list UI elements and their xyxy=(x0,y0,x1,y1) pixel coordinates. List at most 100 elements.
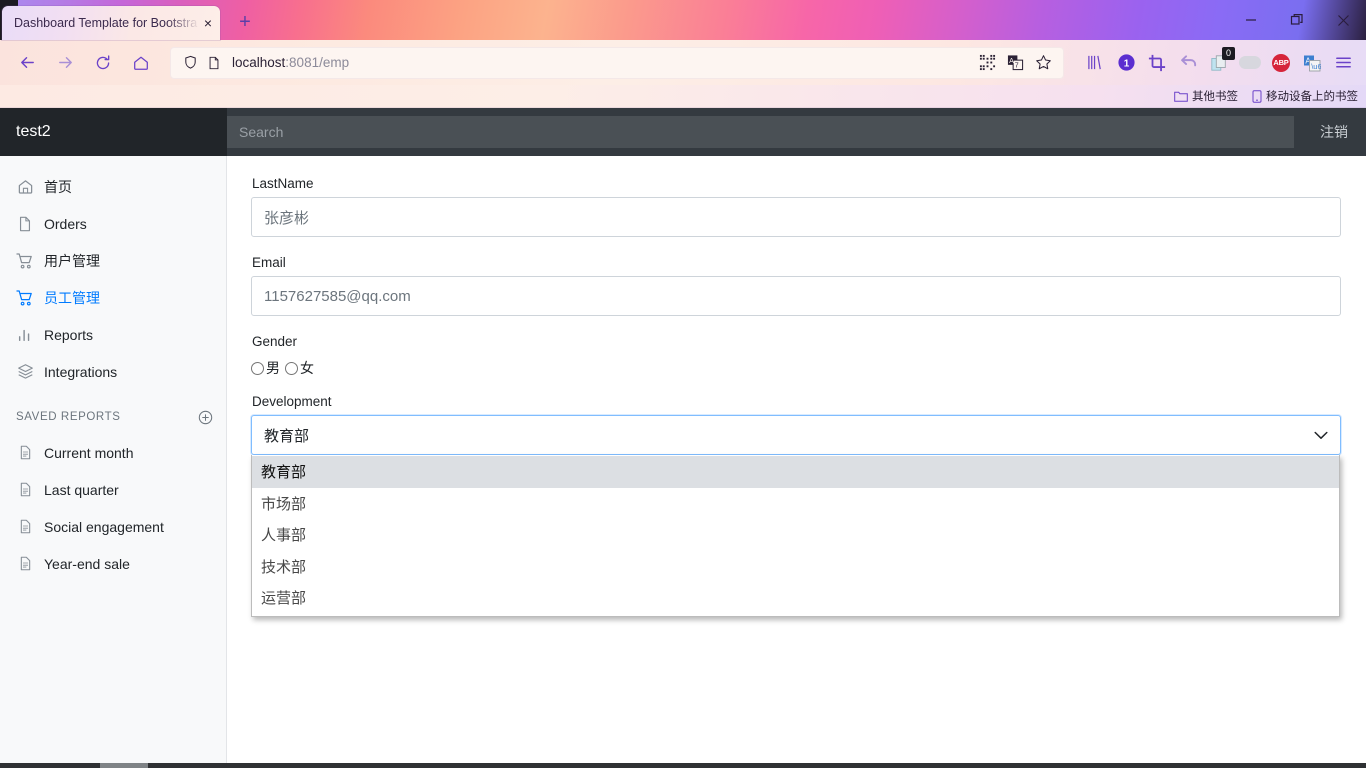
sidebar-item-integrations[interactable]: Integrations xyxy=(0,353,226,390)
email-label: Email xyxy=(252,255,286,270)
sidebar-section-saved-reports: SAVED REPORTS xyxy=(0,390,226,434)
sidebar-item-home[interactable]: 首页 xyxy=(0,168,226,205)
qr-code-icon[interactable] xyxy=(974,50,1000,76)
sidebar-item-label: Year-end sale xyxy=(44,555,130,572)
chevron-down-icon xyxy=(1314,431,1328,440)
clipboard-badge: 0 xyxy=(1222,46,1235,60)
search-input[interactable] xyxy=(227,116,1294,148)
svg-text:7: 7 xyxy=(1014,62,1018,70)
sidebar-item-label: 员工管理 xyxy=(44,289,100,306)
sidebar-item-label: 首页 xyxy=(44,178,72,195)
shield-icon[interactable] xyxy=(178,55,202,70)
lastname-input[interactable]: 张彦彬 xyxy=(251,197,1341,237)
email-input[interactable]: 1157627585@qq.com xyxy=(251,276,1341,316)
dropdown-option[interactable]: 技术部 xyxy=(252,551,1339,583)
development-select-wrapper: 教育部 教育部 市场部 人事部 技术部 运营部 xyxy=(251,415,1341,617)
horizontal-scrollbar[interactable] xyxy=(0,763,1366,768)
sidebar-item-last-quarter[interactable]: Last quarter xyxy=(0,471,226,508)
minimize-icon[interactable] xyxy=(1228,0,1274,40)
adblock-plus-icon[interactable]: ABP xyxy=(1266,48,1296,78)
pills-toggle-icon[interactable] xyxy=(1235,48,1265,78)
sidebar-item-label: 用户管理 xyxy=(44,252,100,269)
counter-circle-icon[interactable]: 1 xyxy=(1111,48,1141,78)
url-text: localhost:8081/emp xyxy=(226,55,974,70)
logout-link[interactable]: 注销 xyxy=(1320,122,1348,142)
gender-label: Gender xyxy=(252,334,298,349)
development-select-value: 教育部 xyxy=(264,427,310,445)
dropdown-option[interactable]: 人事部 xyxy=(252,519,1339,551)
gender-radio-female[interactable]: 女 xyxy=(285,358,314,378)
restore-icon[interactable] xyxy=(1274,0,1320,40)
dropdown-option[interactable]: 教育部 xyxy=(252,456,1339,488)
navbar-search xyxy=(227,108,1302,156)
development-dropdown: 教育部 市场部 人事部 技术部 运营部 xyxy=(251,455,1340,617)
sidebar-item-user-management[interactable]: 用户管理 xyxy=(0,242,226,279)
file-text-icon xyxy=(16,555,34,573)
back-arrow-icon[interactable] xyxy=(10,47,44,79)
bookmark-mobile-bookmarks[interactable]: 移动设备上的书签 xyxy=(1252,88,1358,104)
translate-icon[interactable]: 7 A xyxy=(1002,50,1028,76)
home-icon[interactable] xyxy=(124,47,158,79)
sidebar-item-reports[interactable]: Reports xyxy=(0,316,226,353)
page-icon[interactable] xyxy=(202,56,226,70)
sidebar-item-label: Last quarter xyxy=(44,481,119,498)
close-window-icon[interactable] xyxy=(1320,0,1366,40)
address-bar-actions: 7 A xyxy=(974,50,1056,76)
plus-circle-icon[interactable] xyxy=(196,408,214,426)
app-navbar: test2 注销 xyxy=(0,108,1366,156)
layers-icon xyxy=(16,363,34,381)
bar-chart-icon xyxy=(16,326,34,344)
reload-icon[interactable] xyxy=(86,47,120,79)
main-content: LastName 张彦彬 Email 1157627585@qq.com Gen… xyxy=(227,156,1366,768)
sidebar-item-label: Current month xyxy=(44,444,134,461)
browser-toolbar: localhost:8081/emp 7 A 1 0 ABP A \u6 xyxy=(0,40,1366,85)
tab-strip: Dashboard Template for Bootstra × + xyxy=(0,0,1366,40)
new-tab-button[interactable]: + xyxy=(230,7,260,37)
page-viewport: test2 注销 首页 Orders xyxy=(0,108,1366,768)
library-icon[interactable] xyxy=(1080,48,1110,78)
radio-icon xyxy=(251,361,264,375)
browser-window: Dashboard Template for Bootstra × + loca… xyxy=(0,0,1366,768)
sidebar-item-social-engagement[interactable]: Social engagement xyxy=(0,508,226,545)
close-tab-icon[interactable]: × xyxy=(200,15,216,31)
dropdown-option[interactable]: 运营部 xyxy=(252,582,1339,614)
sidebar-item-label: Reports xyxy=(44,326,94,343)
url-host: localhost xyxy=(232,55,286,70)
field-gender: Gender 男 女 xyxy=(251,334,1342,378)
development-select[interactable]: 教育部 xyxy=(251,415,1341,455)
mobile-icon xyxy=(1252,89,1262,103)
app-menu-icon[interactable] xyxy=(1328,48,1358,78)
gender-radio-male[interactable]: 男 xyxy=(251,358,280,378)
sidebar-item-current-month[interactable]: Current month xyxy=(0,434,226,471)
field-email: Email 1157627585@qq.com xyxy=(251,255,1342,316)
clipboard-icon[interactable]: 0 xyxy=(1204,46,1235,78)
scrollbar-thumb[interactable] xyxy=(100,763,148,768)
abp-badge: ABP xyxy=(1272,53,1290,72)
development-label: Development xyxy=(252,394,332,409)
sidebar-item-orders[interactable]: Orders xyxy=(0,205,226,242)
undo-arrow-icon[interactable] xyxy=(1173,48,1203,78)
translate-extension-icon[interactable]: A \u6587 xyxy=(1297,48,1327,78)
sidebar-item-label: Integrations xyxy=(44,363,118,380)
file-icon xyxy=(16,215,34,233)
sidebar-section-title: SAVED REPORTS xyxy=(16,411,121,423)
bookmarks-bar: 其他书签 移动设备上的书签 xyxy=(0,85,1366,108)
gender-radio-label: 女 xyxy=(300,360,314,376)
bookmark-other-bookmarks[interactable]: 其他书签 xyxy=(1174,88,1238,104)
sidebar-item-employee-management[interactable]: 员工管理 xyxy=(0,279,226,316)
address-bar[interactable]: localhost:8081/emp 7 A xyxy=(170,46,1064,79)
tab-title: Dashboard Template for Bootstra xyxy=(14,16,198,30)
dropdown-option[interactable]: 市场部 xyxy=(252,488,1339,520)
navbar-right: 注销 xyxy=(1302,108,1366,156)
app-brand[interactable]: test2 xyxy=(0,108,227,156)
field-lastname: LastName 张彦彬 xyxy=(251,176,1342,237)
sidebar: 首页 Orders 用户管理 员工管理 Reports Integrations… xyxy=(0,156,227,768)
field-development: Development 教育部 教育部 市场部 人事部 技术部 运营部 xyxy=(251,394,1342,617)
sidebar-item-year-end-sale[interactable]: Year-end sale xyxy=(0,545,226,582)
folder-icon xyxy=(1174,90,1188,102)
forward-arrow-icon[interactable] xyxy=(48,47,82,79)
shopping-cart-icon xyxy=(16,252,34,270)
crop-screenshot-icon[interactable] xyxy=(1142,48,1172,78)
bookmark-star-icon[interactable] xyxy=(1030,50,1056,76)
browser-tab[interactable]: Dashboard Template for Bootstra × xyxy=(2,6,220,40)
